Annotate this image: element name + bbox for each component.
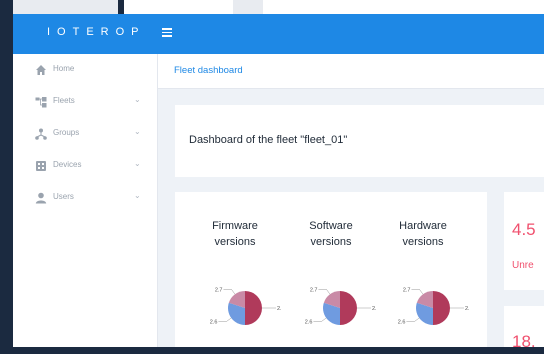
stat-value: 4.5	[512, 220, 536, 239]
pointer-marker	[118, 0, 124, 14]
pie-leader-line	[218, 317, 232, 322]
title-card: Dashboard of the fleet "fleet_01"	[175, 105, 544, 177]
software-title-line1: Software	[309, 220, 353, 232]
pie-leader-line	[411, 289, 424, 295]
pie-label: 2.7	[215, 287, 223, 293]
pie-slice-2-5[interactable]	[245, 291, 262, 325]
pie-slice-2-5[interactable]	[433, 291, 450, 325]
software-pie-chart[interactable]: 2.5 2.6 2.7	[296, 278, 376, 338]
chevron-down-icon: ⌄	[134, 127, 141, 136]
sidebar-item-fleets[interactable]: Fleets ⌄	[13, 86, 157, 118]
browser-top-strip	[13, 0, 544, 14]
firmware-title-line2: versions	[214, 236, 256, 248]
firmware-title-line1: Firmware	[212, 220, 258, 232]
versions-card: Firmware versions Software versions Hard…	[175, 192, 487, 347]
chevron-down-icon: ⌄	[134, 95, 141, 104]
pie-label: 2.6	[398, 320, 406, 326]
hardware-title-line1: Hardware	[399, 220, 447, 232]
pie-leader-line	[318, 289, 331, 295]
app-window: IOTEROP Home Fleets ⌄ Groups ⌄ Devices ⌄…	[13, 14, 544, 347]
fleet-icon	[35, 97, 47, 108]
firmware-pie-chart[interactable]: 2.5 2.6 2.7	[201, 278, 281, 338]
chevron-down-icon: ⌄	[134, 159, 141, 168]
sidebar-item-groups[interactable]: Groups ⌄	[13, 118, 157, 150]
pie-leader-line	[406, 317, 420, 322]
chevron-down-icon: ⌄	[134, 191, 141, 200]
device-icon	[36, 161, 46, 171]
stat-label: Unre	[512, 260, 534, 271]
stat-value: 18.	[512, 332, 536, 347]
home-icon	[36, 65, 46, 75]
hardware-versions-title: Hardware versions	[388, 218, 458, 250]
pie-label: 2.5	[372, 306, 376, 312]
pie-label: 2.7	[403, 287, 411, 293]
page-title: Dashboard of the fleet "fleet_01"	[189, 134, 348, 146]
brand-logo[interactable]: IOTEROP	[47, 26, 146, 38]
groups-icon	[35, 128, 47, 140]
software-versions-title: Software versions	[296, 218, 366, 250]
stat-card-unregistered: 4.5 Unre	[504, 192, 544, 290]
breadcrumb: Fleet dashboard	[158, 54, 544, 89]
top-header: IOTEROP	[13, 14, 544, 54]
pie-label: 2.5	[465, 306, 469, 312]
sidebar-item-label: Fleets	[53, 96, 75, 105]
pie-label: 2.6	[305, 320, 313, 326]
pie-label: 2.6	[210, 320, 218, 326]
sidebar-item-label: Home	[53, 64, 75, 73]
pie-label: 2.5	[277, 306, 281, 312]
sidebar-item-label: Users	[53, 192, 74, 201]
sidebar-item-label: Devices	[53, 160, 82, 169]
sidebar-item-label: Groups	[53, 128, 80, 137]
outer-frame-left	[0, 0, 13, 354]
sidebar-item-home[interactable]: Home	[13, 54, 157, 86]
menu-toggle-icon[interactable]	[162, 26, 178, 42]
software-title-line2: versions	[310, 236, 352, 248]
pie-slice-2-5[interactable]	[340, 291, 357, 325]
user-icon	[35, 192, 47, 204]
firmware-versions-title: Firmware versions	[200, 218, 270, 250]
stat-card-second: 18.	[504, 306, 544, 347]
hardware-pie-chart[interactable]: 2.5 2.6 2.7	[389, 278, 469, 338]
sidebar: Home Fleets ⌄ Groups ⌄ Devices ⌄ Users ⌄	[13, 54, 158, 347]
breadcrumb-link-fleet-dashboard[interactable]: Fleet dashboard	[174, 65, 243, 76]
sidebar-item-users[interactable]: Users ⌄	[13, 182, 157, 214]
sidebar-item-devices[interactable]: Devices ⌄	[13, 150, 157, 182]
outer-frame-bottom	[0, 347, 544, 354]
pie-label: 2.7	[310, 287, 318, 293]
pie-leader-line	[313, 317, 327, 322]
hardware-title-line2: versions	[402, 236, 444, 248]
pie-leader-line	[223, 289, 236, 295]
